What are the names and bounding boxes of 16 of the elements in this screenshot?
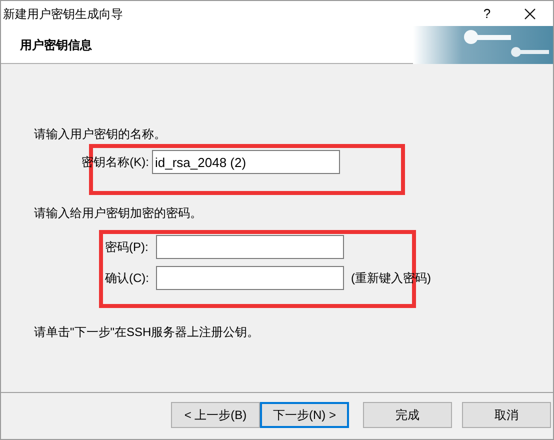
password-prompt: 请输入给用户密钥加密的密码。 <box>34 205 203 222</box>
wizard-button[interactable]: 下一步(N) > <box>260 402 349 428</box>
next-step-note: 请单击"下一步"在SSH服务器上注册公钥。 <box>34 324 260 341</box>
wizard-button[interactable]: 取消 <box>462 402 551 428</box>
key-name-field[interactable]: id_rsa_2048 (2) <box>152 150 340 174</box>
window-title: 新建用户密钥生成向导 <box>3 6 123 22</box>
password-field[interactable] <box>156 266 344 290</box>
field-label: 确认(C): <box>105 270 150 287</box>
field-label: 密码(P): <box>105 239 150 256</box>
wizard-button[interactable]: < 上一步(B) <box>171 402 260 428</box>
close-icon <box>524 8 536 20</box>
wizard-button[interactable]: 完成 <box>363 402 452 428</box>
password-field[interactable] <box>156 235 344 259</box>
name-prompt: 请输入用户密钥的名称。 <box>34 126 167 143</box>
page-title: 用户密钥信息 <box>20 36 92 54</box>
help-button[interactable]: ? <box>467 1 507 26</box>
